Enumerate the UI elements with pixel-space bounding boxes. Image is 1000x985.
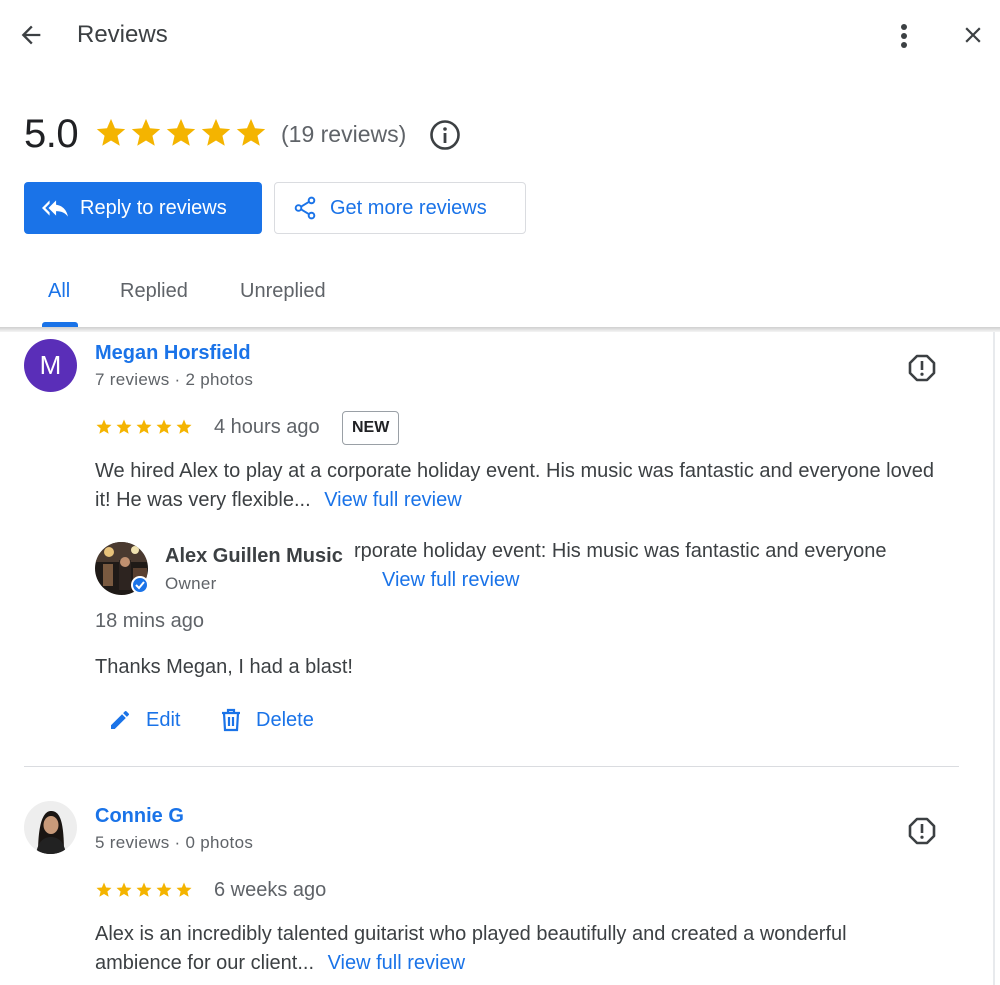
review-text: We hired Alex to play at a corporate hol… <box>95 457 935 515</box>
get-more-reviews-button[interactable]: Get more reviews <box>274 182 526 234</box>
star-icon <box>166 118 196 146</box>
get-more-reviews-label: Get more reviews <box>330 196 487 219</box>
reviewer-meta: 7 reviews · 2 photos <box>95 370 254 389</box>
more-vert-icon <box>901 24 907 48</box>
reviewer-name[interactable]: Megan Horsfield <box>95 342 251 365</box>
review-text-line2: ambience for our client... View full rev… <box>95 949 465 978</box>
review-text-line1: Alex is an incredibly talented guitarist… <box>95 923 847 945</box>
report-review-button[interactable] <box>906 352 938 384</box>
info-icon <box>430 120 460 150</box>
star-icon <box>96 419 112 434</box>
star-icon <box>131 118 161 146</box>
tab-unreplied[interactable]: Unreplied <box>240 280 326 303</box>
edit-reply-button[interactable]: Edit <box>108 708 180 732</box>
new-badge: NEW <box>342 411 400 445</box>
star-icon <box>236 118 266 146</box>
reviewer-name[interactable]: Connie G <box>95 805 184 828</box>
star-icon <box>176 882 192 897</box>
info-button[interactable] <box>428 118 462 152</box>
edit-label: Edit <box>146 708 181 731</box>
view-full-review-link[interactable]: View full review <box>328 952 465 974</box>
review-text-content: We hired Alex to play at a corporate hol… <box>95 460 934 511</box>
avatar-photo <box>24 801 77 854</box>
review-text-content: ambience for our client... <box>95 952 314 974</box>
view-full-review-link[interactable]: View full review <box>324 489 461 511</box>
star-icon <box>96 882 112 897</box>
owner-avatar-image <box>95 542 149 595</box>
trash-icon <box>222 708 240 732</box>
report-icon <box>908 354 936 382</box>
reply-overlay-text: rporate holiday event: His music was fan… <box>354 540 887 562</box>
more-options-button[interactable] <box>888 18 920 54</box>
arrow-left-icon <box>21 25 41 45</box>
star-icon <box>136 419 152 434</box>
owner-avatar[interactable] <box>95 542 149 595</box>
rating-value: 5.0 <box>24 112 79 156</box>
rating-stars <box>94 116 268 150</box>
review-stars <box>95 881 193 899</box>
delete-label: Delete <box>256 708 314 731</box>
star-icon <box>176 419 192 434</box>
report-review-button[interactable] <box>906 815 938 847</box>
star-icon <box>201 118 231 146</box>
tabs-divider <box>0 327 1000 332</box>
star-icon <box>96 118 126 146</box>
review-time: 4 hours ago <box>214 416 320 438</box>
reply-text: Thanks Megan, I had a blast! <box>95 656 353 678</box>
close-button[interactable] <box>956 18 990 52</box>
report-icon <box>908 817 936 845</box>
reply-to-reviews-button[interactable]: Reply to reviews <box>24 182 262 234</box>
star-icon <box>116 882 132 897</box>
owner-name: Alex Guillen Music <box>165 545 343 567</box>
avatar[interactable] <box>24 801 77 854</box>
page-title: Reviews <box>77 21 168 48</box>
tab-replied[interactable]: Replied <box>120 280 188 303</box>
star-icon <box>156 419 172 434</box>
edit-pencil-icon <box>111 710 130 729</box>
avatar[interactable]: M <box>24 339 77 392</box>
star-icon <box>156 882 172 897</box>
back-button[interactable] <box>14 18 48 52</box>
share-icon <box>294 196 316 220</box>
review-count: (19 reviews) <box>281 121 407 147</box>
delete-reply-button[interactable]: Delete <box>220 708 314 732</box>
star-icon <box>136 882 152 897</box>
close-icon <box>965 27 981 43</box>
reviewer-meta: 5 reviews · 0 photos <box>95 833 254 852</box>
review-stars <box>95 418 193 436</box>
reply-overlay-view-full-link[interactable]: View full review <box>382 566 519 595</box>
reply-to-reviews-label: Reply to reviews <box>80 196 227 219</box>
scrollbar-track[interactable] <box>993 332 995 985</box>
owner-role: Owner <box>165 574 217 593</box>
reply-all-icon <box>42 200 68 217</box>
review-divider <box>24 766 959 767</box>
avatar-letter: M <box>39 350 62 380</box>
star-icon <box>116 419 132 434</box>
tab-all[interactable]: All <box>48 280 70 303</box>
review-time: 6 weeks ago <box>214 879 327 901</box>
reply-time: 18 mins ago <box>95 610 204 632</box>
